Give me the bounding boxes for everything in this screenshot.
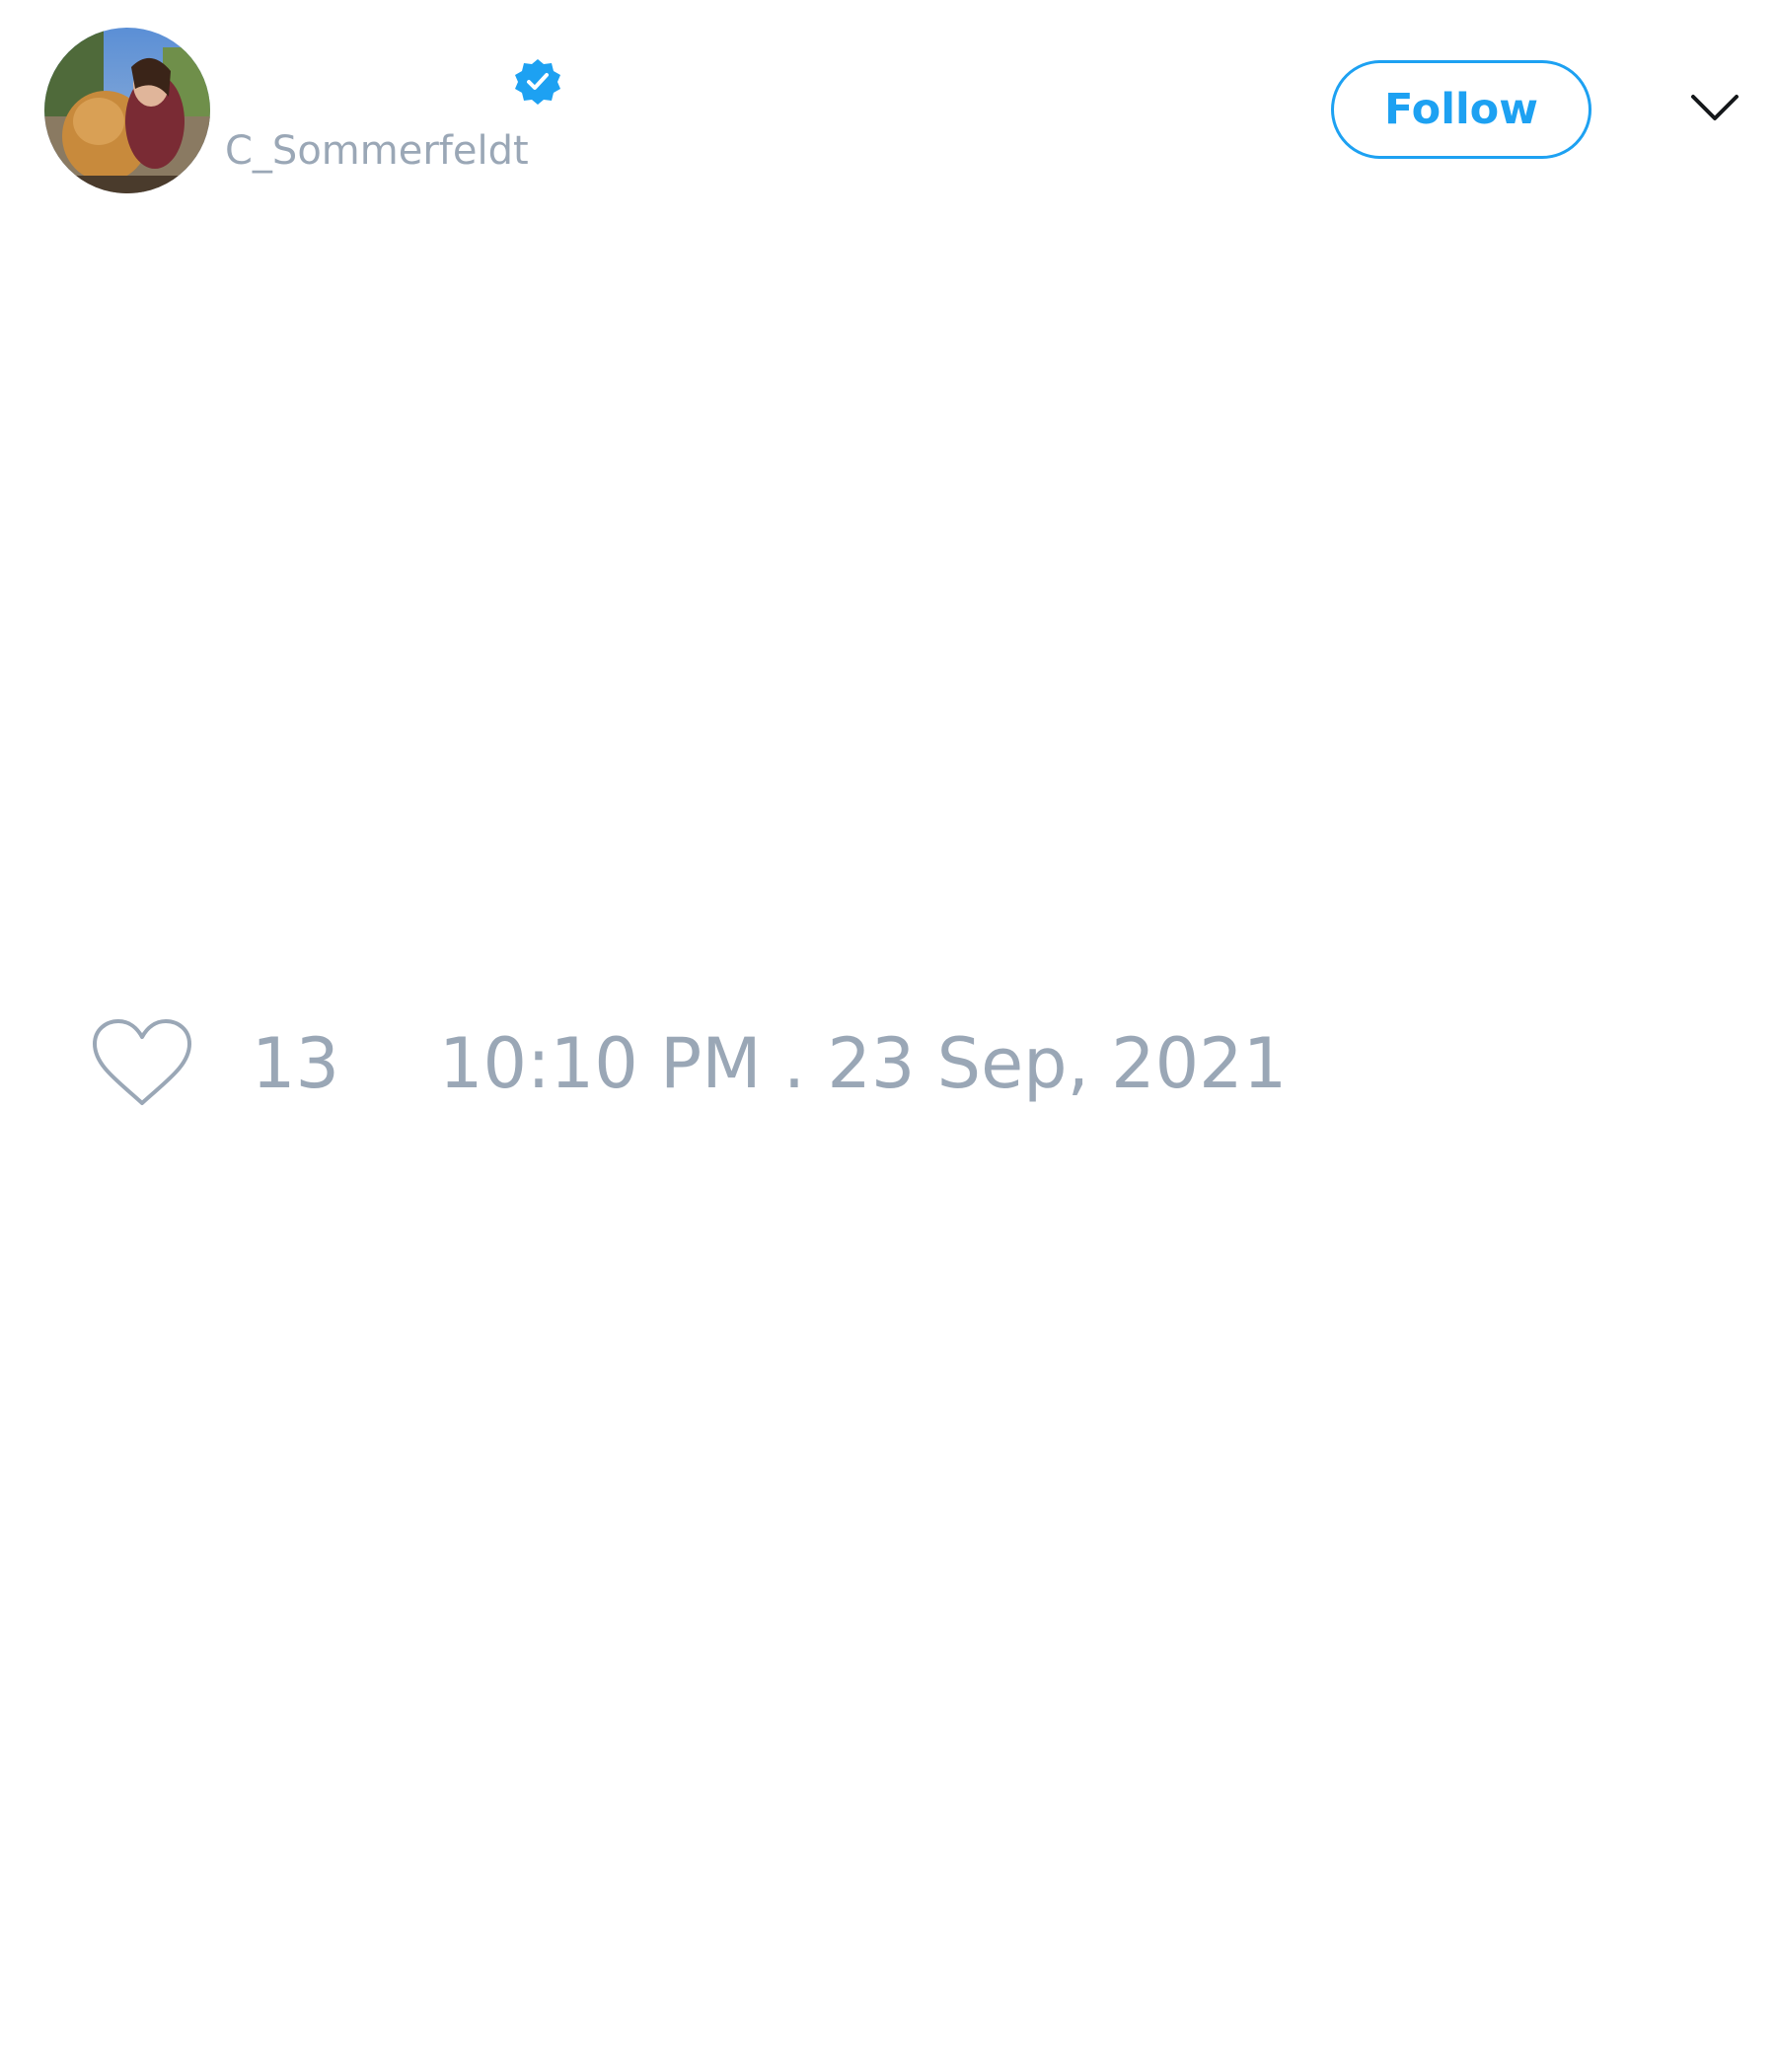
tweet-footer: 13 10:10 PM . 23 Sep, 2021: [0, 997, 1776, 1125]
author-avatar[interactable]: [44, 28, 210, 193]
follow-button[interactable]: Follow: [1331, 60, 1591, 159]
chevron-down-icon[interactable]: [1689, 89, 1740, 128]
author-handle[interactable]: C_Sommerfeldt: [225, 125, 529, 177]
tweet-timestamp[interactable]: 10:10 PM . 23 Sep, 2021: [439, 1024, 1287, 1103]
like-count: 13: [252, 1023, 340, 1104]
avatar-photo-icon: [44, 28, 210, 193]
tweet-body: [44, 227, 1732, 987]
tweet-header: C_Sommerfeldt Follow: [0, 0, 1776, 227]
verified-badge-icon: [515, 59, 560, 105]
heart-like-icon[interactable]: [89, 1016, 195, 1111]
